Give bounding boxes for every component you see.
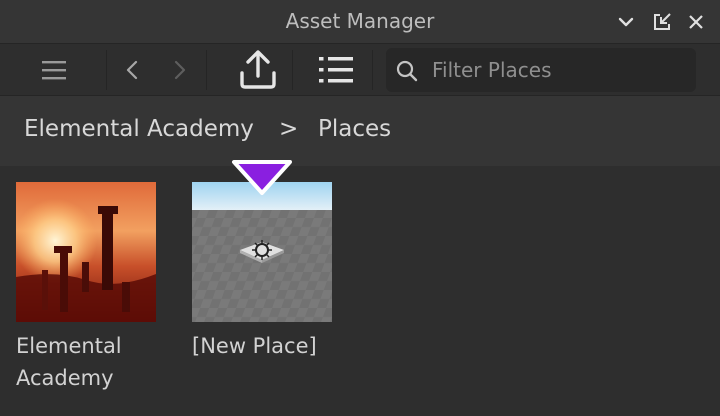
search-icon <box>396 60 418 82</box>
toolbar-divider <box>372 50 373 90</box>
places-grid: Elemental Academy [New Place] <box>0 166 720 416</box>
place-tile-new-place[interactable]: [New Place] <box>192 182 332 362</box>
close-icon[interactable] <box>684 10 708 34</box>
drop-indicator-icon <box>232 160 292 195</box>
place-thumbnail <box>16 182 156 322</box>
breadcrumb-separator: > <box>279 116 299 142</box>
breadcrumb: Elemental Academy > Places <box>0 96 720 166</box>
search-box <box>386 48 696 92</box>
back-icon <box>126 60 138 80</box>
toolbar-divider <box>106 50 107 90</box>
forward-button[interactable] <box>164 44 196 96</box>
window-title: Asset Manager <box>285 9 435 33</box>
place-thumbnail <box>192 182 332 322</box>
chevron-down-icon[interactable] <box>614 10 638 34</box>
place-tile-elemental-academy[interactable]: Elemental Academy <box>16 182 156 394</box>
toolbar-divider <box>292 50 293 90</box>
place-name: [New Place] <box>192 334 317 358</box>
undock-icon[interactable] <box>650 10 674 34</box>
place-name: Elemental Academy <box>16 334 122 390</box>
toolbar-divider <box>206 50 207 90</box>
list-view-icon <box>319 57 353 83</box>
title-bar: Asset Manager <box>0 0 720 44</box>
upload-button[interactable] <box>233 44 283 96</box>
toolbar <box>0 44 720 96</box>
menu-icon <box>42 61 66 80</box>
list-view-button[interactable] <box>312 44 360 96</box>
forward-icon <box>174 60 186 80</box>
menu-button[interactable] <box>30 44 78 96</box>
breadcrumb-root-link[interactable]: Elemental Academy <box>24 116 254 142</box>
search-input[interactable] <box>432 48 690 92</box>
upload-icon <box>240 50 276 89</box>
back-button[interactable] <box>116 44 148 96</box>
breadcrumb-current: Places <box>318 116 392 142</box>
